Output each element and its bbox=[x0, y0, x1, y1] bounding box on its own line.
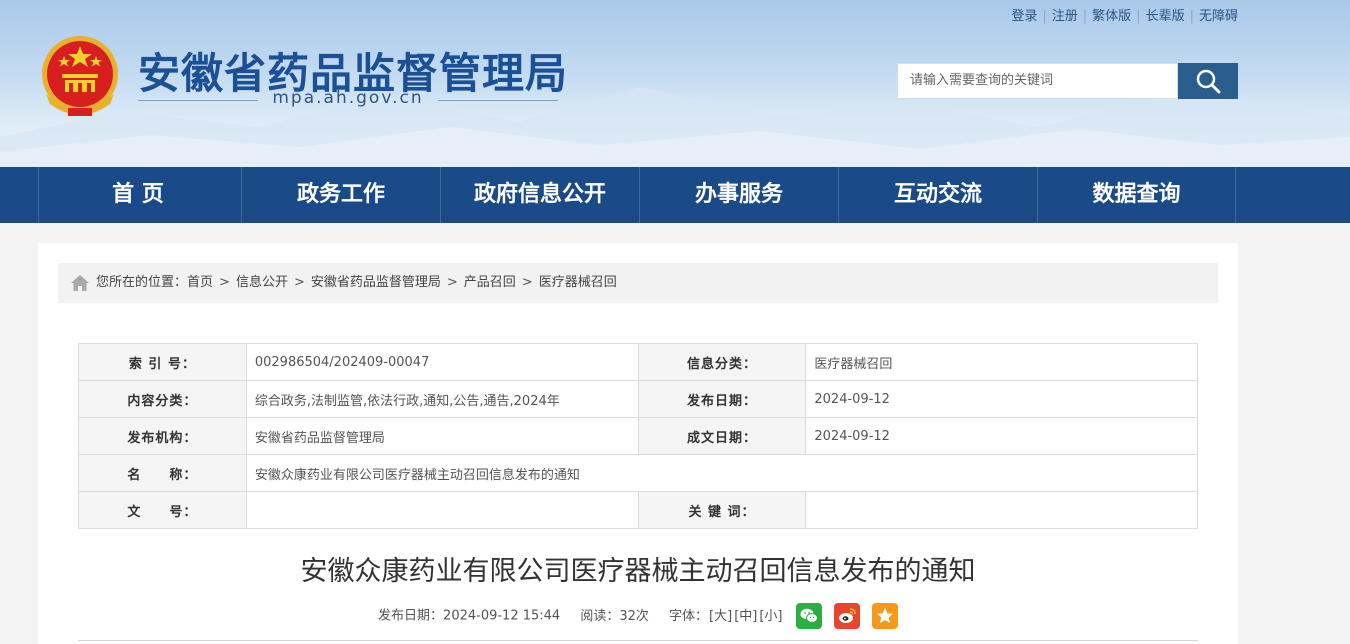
article-date: 发布日期：2024-09-12 15:44 bbox=[378, 608, 561, 624]
breadcrumb-separator: > bbox=[219, 275, 230, 290]
written-date-label: 成文日期： bbox=[637, 417, 807, 455]
breadcrumb-product-recall[interactable]: 产品召回 bbox=[464, 275, 516, 290]
star-icon bbox=[876, 608, 893, 623]
divider bbox=[78, 640, 1198, 641]
breadcrumb-info-disclosure[interactable]: 信息公开 bbox=[236, 275, 288, 290]
table-row: 内容分类： 综合政务,法制监管,依法行政,通知,公告,通告,2024年 发布日期… bbox=[78, 380, 1198, 418]
index-label: 索 引 号： bbox=[78, 343, 247, 381]
table-row: 文 号： 关 键 词： bbox=[78, 491, 1198, 529]
document-number-value bbox=[245, 491, 639, 529]
divider: | bbox=[1042, 9, 1047, 24]
content-category-value: 综合政务,法制监管,依法行政,通知,公告,通告,2024年 bbox=[245, 380, 639, 418]
font-size-label: 字体： bbox=[669, 608, 709, 624]
breadcrumb-home[interactable]: 首页 bbox=[187, 275, 213, 290]
wechat-icon bbox=[800, 608, 818, 623]
nav-government-work[interactable]: 政务工作 bbox=[241, 167, 440, 223]
traditional-link[interactable]: 繁体版 bbox=[1092, 9, 1131, 24]
category-value: 医疗器械召回 bbox=[805, 343, 1198, 381]
font-large-button[interactable]: [大] bbox=[709, 609, 732, 624]
search-input[interactable]: 请输入需要查询的关键词 bbox=[897, 63, 1178, 99]
site-domain-text: mpa.ah.gov.cn bbox=[272, 88, 424, 108]
organization-value: 安徽省药品监督管理局 bbox=[245, 417, 639, 455]
wechat-share-button[interactable] bbox=[795, 603, 822, 629]
breadcrumb-bureau[interactable]: 安徽省药品监督管理局 bbox=[311, 275, 441, 290]
national-emblem-logo bbox=[42, 36, 118, 116]
divider: | bbox=[1189, 9, 1194, 24]
name-value: 安徽众康药业有限公司医疗器械主动召回信息发布的通知 bbox=[245, 454, 1199, 492]
content-category-label: 内容分类： bbox=[78, 380, 247, 418]
divider: | bbox=[1136, 9, 1141, 24]
publish-date-value: 2024-09-12 bbox=[805, 380, 1198, 418]
nav-data-query[interactable]: 数据查询 bbox=[1037, 167, 1236, 223]
breadcrumb-device-recall[interactable]: 医疗器械召回 bbox=[539, 275, 617, 290]
breadcrumb: 您所在的位置：首页 > 信息公开 > 安徽省药品监督管理局 > 产品召回 > 医疗器械召回 bbox=[58, 263, 1218, 303]
font-medium-button[interactable]: [中] bbox=[734, 609, 757, 624]
divider: | bbox=[1082, 9, 1088, 24]
written-date-value: 2024-09-12 bbox=[805, 417, 1198, 455]
register-link[interactable]: 注册 bbox=[1052, 9, 1078, 24]
elderly-link[interactable]: 长辈版 bbox=[1146, 9, 1185, 24]
table-row: 发布机构： 安徽省药品监督管理局 成文日期： 2024-09-12 bbox=[78, 417, 1198, 455]
nav-interaction[interactable]: 互动交流 bbox=[838, 167, 1037, 223]
font-small-button[interactable]: [小] bbox=[759, 609, 782, 624]
breadcrumb-separator: > bbox=[521, 275, 533, 290]
document-number-label: 文 号： bbox=[78, 491, 247, 529]
accessibility-link[interactable]: 无障碍 bbox=[1199, 9, 1238, 24]
breadcrumb-prefix: 您所在的位置： bbox=[96, 275, 188, 290]
table-row: 索 引 号： 002986504/202409-00047 信息分类： 医疗器械… bbox=[78, 343, 1198, 381]
keywords-value bbox=[805, 491, 1198, 529]
weibo-share-button[interactable] bbox=[833, 603, 860, 629]
organization-label: 发布机构： bbox=[78, 417, 247, 455]
index-value: 002986504/202409-00047 bbox=[245, 343, 639, 381]
site-header: 登录 | 注册 | 繁体版 | 长辈版 | 无障碍 安徽省药品监督管理局 mpa.ah.gov.… bbox=[0, 0, 1350, 167]
main-nav: 首 页 政务工作 政府信息公开 办事服务 互动交流 数据查询 bbox=[0, 167, 1350, 223]
domain-line-left bbox=[138, 100, 258, 101]
weibo-icon bbox=[838, 608, 856, 623]
login-link[interactable]: 登录 bbox=[1011, 9, 1037, 24]
breadcrumb-separator: > bbox=[293, 275, 305, 290]
breadcrumb-separator: > bbox=[446, 275, 458, 290]
category-label: 信息分类： bbox=[637, 343, 807, 381]
domain-line-right bbox=[438, 100, 558, 101]
home-icon bbox=[71, 275, 89, 291]
article-title: 安徽众康药业有限公司医疗器械主动召回信息发布的通知 bbox=[300, 556, 976, 587]
keywords-label: 关 键 词： bbox=[637, 491, 807, 529]
top-links: 登录 | 注册 | 繁体版 | 长辈版 | 无障碍 bbox=[1011, 5, 1238, 24]
publish-date-label: 发布日期： bbox=[637, 380, 807, 418]
site-domain: mpa.ah.gov.cn bbox=[138, 88, 558, 108]
content-panel: 您所在的位置：首页 > 信息公开 > 安徽省药品监督管理局 > 产品召回 > 医疗器械召回 索 … bbox=[38, 243, 1238, 644]
search-icon bbox=[1196, 69, 1221, 94]
article-reads: 阅读：32次 bbox=[580, 608, 649, 624]
name-label: 名 称： bbox=[78, 454, 247, 492]
table-row: 名 称： 安徽众康药业有限公司医疗器械主动召回信息发布的通知 bbox=[78, 454, 1199, 492]
nav-information-disclosure[interactable]: 政府信息公开 bbox=[440, 167, 639, 223]
article-info: 发布日期：2024-09-12 15:44 阅读：32次 字体：[大] [中] [小… bbox=[38, 603, 1238, 629]
nav-home[interactable]: 首 页 bbox=[38, 167, 237, 223]
favorite-button[interactable] bbox=[871, 603, 898, 629]
metadata-table: 索 引 号： 002986504/202409-00047 信息分类： 医疗器械… bbox=[78, 343, 1199, 529]
nav-services[interactable]: 办事服务 bbox=[639, 167, 838, 223]
search-button[interactable] bbox=[1178, 63, 1238, 99]
